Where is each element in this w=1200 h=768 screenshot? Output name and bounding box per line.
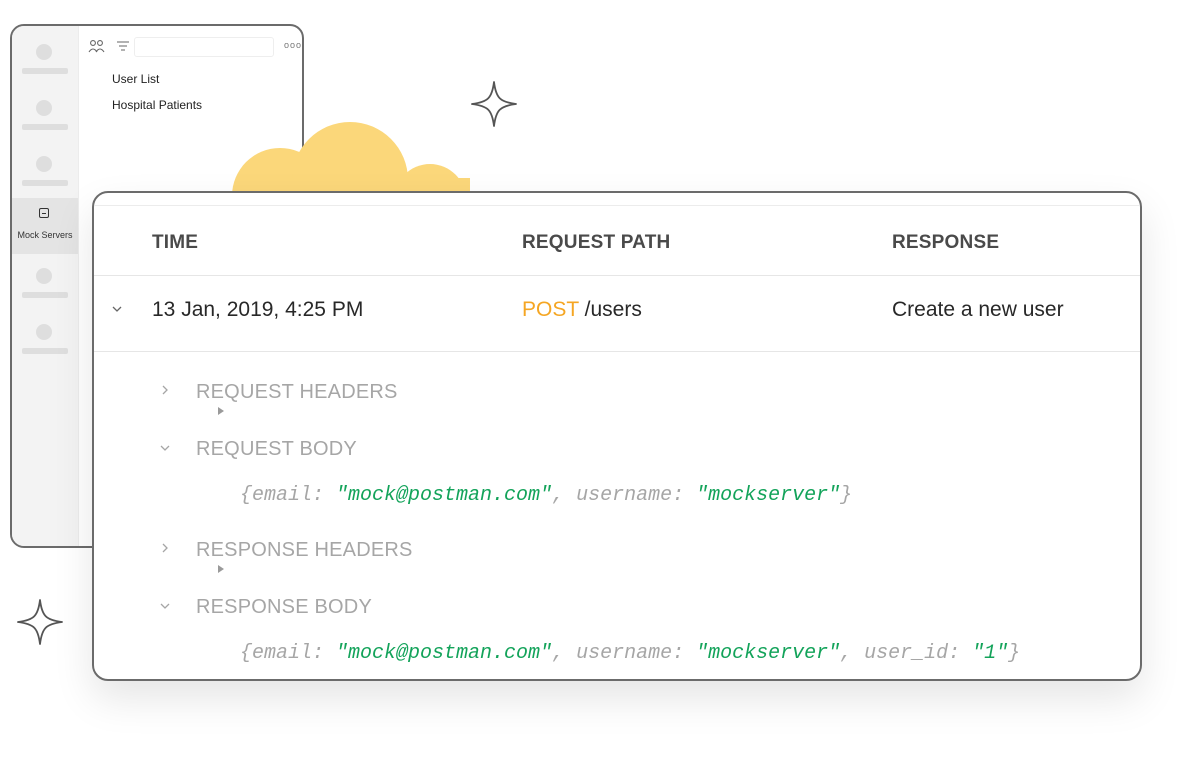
request-headers-toggle[interactable]: REQUEST HEADERS bbox=[196, 381, 398, 404]
rail-placeholder-icon bbox=[36, 156, 52, 172]
column-header-request-path: REQUEST PATH bbox=[522, 232, 671, 253]
chevron-down-icon[interactable] bbox=[160, 601, 170, 611]
filter-icon[interactable] bbox=[116, 40, 130, 52]
chevron-right-icon[interactable] bbox=[160, 385, 170, 395]
response-headers-toggle[interactable]: RESPONSE HEADERS bbox=[196, 539, 413, 562]
sparkle-icon bbox=[471, 81, 517, 127]
response-body-code: {email: "mock@postman.com", username: "m… bbox=[240, 642, 1020, 665]
row-time: 13 Jan, 2019, 4:25 PM bbox=[152, 298, 364, 321]
sparkle-icon bbox=[17, 599, 63, 645]
mock-server-calls-panel: TIME REQUEST PATH RESPONSE 13 Jan, 2019,… bbox=[92, 191, 1142, 681]
mock-server-icon bbox=[39, 208, 49, 218]
rail-item-mock-servers[interactable]: Mock Servers bbox=[12, 198, 78, 254]
code-string: "1" bbox=[972, 642, 1009, 665]
team-icon[interactable] bbox=[88, 39, 106, 53]
chevron-down-icon[interactable] bbox=[112, 304, 122, 314]
response-body-toggle[interactable]: RESPONSE BODY bbox=[196, 596, 372, 619]
rail-placeholder-icon bbox=[36, 268, 52, 284]
collections-toolbar: ooo bbox=[84, 36, 302, 58]
collection-item[interactable]: Hospital Patients bbox=[112, 98, 202, 112]
code-string: "mock@postman.com" bbox=[336, 484, 553, 507]
column-header-time: TIME bbox=[152, 232, 199, 253]
code-string: "mockserver" bbox=[696, 484, 841, 507]
rail-placeholder-label bbox=[22, 68, 68, 74]
rail-item-placeholder[interactable] bbox=[12, 310, 78, 366]
code-text: } bbox=[1008, 642, 1021, 665]
rail-placeholder-icon bbox=[36, 44, 52, 60]
table-row[interactable]: 13 Jan, 2019, 4:25 PM POST /users Create… bbox=[94, 276, 1140, 352]
rail-placeholder-label bbox=[22, 180, 68, 186]
path: /users bbox=[584, 298, 642, 321]
request-body-code: {email: "mock@postman.com", username: "m… bbox=[240, 484, 852, 507]
code-text: {email: bbox=[240, 642, 337, 665]
rail-item-label: Mock Servers bbox=[17, 230, 73, 240]
rail-placeholder-label bbox=[22, 124, 68, 130]
search-input[interactable] bbox=[134, 37, 274, 57]
code-text: , username: bbox=[552, 484, 697, 507]
http-method: POST bbox=[522, 298, 579, 321]
rail-item-placeholder[interactable] bbox=[12, 254, 78, 310]
chevron-down-icon[interactable] bbox=[160, 443, 170, 453]
row-response: Create a new user bbox=[892, 298, 1064, 321]
code-text: } bbox=[840, 484, 853, 507]
rail-placeholder-label bbox=[22, 348, 68, 354]
collection-item[interactable]: User List bbox=[112, 72, 159, 86]
code-string: "mock@postman.com" bbox=[336, 642, 553, 665]
code-string: "mockserver" bbox=[696, 642, 841, 665]
more-options-icon[interactable]: ooo bbox=[284, 40, 302, 50]
column-header-response: RESPONSE bbox=[892, 232, 1000, 253]
code-text: {email: bbox=[240, 484, 337, 507]
request-body-toggle[interactable]: REQUEST BODY bbox=[196, 438, 357, 461]
caret-right-icon bbox=[218, 407, 224, 415]
chevron-right-icon[interactable] bbox=[160, 543, 170, 553]
rail-item-placeholder[interactable] bbox=[12, 30, 78, 86]
caret-right-icon bbox=[218, 565, 224, 573]
side-rail: Mock Servers bbox=[12, 26, 79, 546]
code-text: , user_id: bbox=[840, 642, 973, 665]
row-request-path: POST /users bbox=[522, 298, 642, 322]
table-header: TIME REQUEST PATH RESPONSE bbox=[94, 206, 1140, 276]
code-text: , username: bbox=[552, 642, 697, 665]
rail-item-placeholder[interactable] bbox=[12, 142, 78, 198]
rail-placeholder-icon bbox=[36, 324, 52, 340]
rail-placeholder-label bbox=[22, 292, 68, 298]
rail-item-placeholder[interactable] bbox=[12, 86, 78, 142]
rail-placeholder-icon bbox=[36, 100, 52, 116]
